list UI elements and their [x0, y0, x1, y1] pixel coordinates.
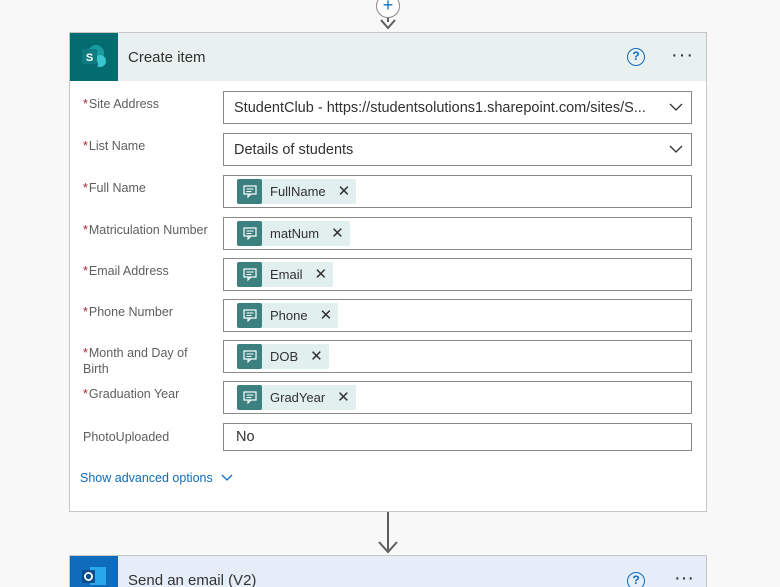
- list-name-dropdown[interactable]: Details of students: [223, 133, 692, 166]
- remove-token-icon[interactable]: ✕: [315, 267, 328, 282]
- create-item-title: Create item: [128, 48, 206, 66]
- field-label: *Email Address: [83, 264, 169, 278]
- remove-token-icon[interactable]: ✕: [337, 390, 350, 405]
- remove-token-icon[interactable]: ✕: [310, 349, 323, 364]
- field-label: *Full Name: [83, 181, 146, 195]
- field-label: *Graduation Year: [83, 387, 180, 401]
- photo-uploaded-value: No: [236, 429, 255, 445]
- dynamic-content-token[interactable]: Email ✕: [237, 262, 334, 287]
- dynamic-content-token[interactable]: matNum ✕: [237, 221, 350, 246]
- create-item-card: S Create item ? ··· *Site Address Studen…: [69, 32, 707, 512]
- graduation-year-input[interactable]: GradYear ✕: [223, 381, 692, 414]
- more-options-icon[interactable]: ···: [674, 566, 694, 587]
- send-email-title: Send an email (V2): [128, 572, 257, 587]
- svg-text:S: S: [86, 52, 93, 64]
- dynamic-content-token[interactable]: Phone ✕: [237, 303, 339, 328]
- field-label: PhotoUploaded: [83, 430, 170, 444]
- more-options-icon[interactable]: ···: [671, 43, 694, 67]
- add-step-button[interactable]: +: [376, 0, 400, 18]
- required-marker: *: [83, 346, 88, 360]
- outlook-icon: [70, 556, 118, 587]
- phone-number-input[interactable]: Phone ✕: [223, 299, 692, 332]
- required-marker: *: [83, 97, 88, 111]
- matriculation-number-input[interactable]: matNum ✕: [223, 217, 692, 250]
- forms-token-icon: [237, 344, 262, 369]
- required-marker: *: [83, 305, 88, 319]
- full-name-input[interactable]: FullName ✕: [223, 175, 692, 208]
- required-marker: *: [83, 139, 88, 153]
- send-email-card[interactable]: Send an email (V2) ? ···: [69, 555, 707, 587]
- forms-token-icon: [237, 179, 262, 204]
- token-label: matNum: [270, 226, 320, 241]
- field-label: *Month and Day of Birth: [83, 346, 188, 376]
- forms-token-icon: [237, 303, 262, 328]
- forms-token-icon: [237, 385, 262, 410]
- token-label: FullName: [270, 184, 326, 199]
- chevron-down-icon: [221, 474, 233, 481]
- photo-uploaded-input[interactable]: No: [223, 423, 692, 451]
- month-day-birth-input[interactable]: DOB ✕: [223, 340, 692, 373]
- dynamic-content-token[interactable]: GradYear ✕: [237, 385, 356, 410]
- forms-token-icon: [237, 262, 262, 287]
- create-item-header[interactable]: S Create item ? ···: [70, 33, 706, 81]
- sharepoint-icon: S: [70, 33, 118, 81]
- token-label: Phone: [270, 308, 308, 323]
- arrow-down-icon: [380, 19, 396, 30]
- remove-token-icon[interactable]: ✕: [338, 184, 351, 199]
- help-icon[interactable]: ?: [627, 572, 645, 587]
- site-address-dropdown[interactable]: StudentClub - https://studentsolutions1.…: [223, 91, 692, 124]
- required-marker: *: [83, 181, 88, 195]
- field-label: *List Name: [83, 139, 146, 153]
- field-label: *Site Address: [83, 97, 160, 111]
- required-marker: *: [83, 387, 88, 401]
- site-address-value: StudentClub - https://studentsolutions1.…: [234, 99, 646, 116]
- token-label: Email: [270, 267, 303, 282]
- dynamic-content-token[interactable]: FullName ✕: [237, 179, 357, 204]
- field-label: *Phone Number: [83, 305, 173, 319]
- remove-token-icon[interactable]: ✕: [331, 226, 344, 241]
- show-advanced-options-label: Show advanced options: [80, 471, 213, 485]
- remove-token-icon[interactable]: ✕: [320, 308, 333, 323]
- token-label: GradYear: [270, 390, 326, 405]
- dynamic-content-token[interactable]: DOB ✕: [237, 344, 329, 369]
- token-label: DOB: [270, 349, 299, 364]
- chevron-down-icon: [669, 145, 683, 153]
- forms-token-icon: [237, 221, 262, 246]
- required-marker: *: [83, 223, 88, 237]
- chevron-down-icon: [669, 103, 683, 111]
- help-icon[interactable]: ?: [627, 48, 645, 66]
- arrow-down-icon: [378, 541, 398, 554]
- list-name-value: Details of students: [234, 141, 354, 158]
- show-advanced-options-link[interactable]: Show advanced options: [80, 471, 233, 485]
- field-label: *Matriculation Number: [83, 223, 208, 237]
- email-address-input[interactable]: Email ✕: [223, 258, 692, 291]
- required-marker: *: [83, 264, 88, 278]
